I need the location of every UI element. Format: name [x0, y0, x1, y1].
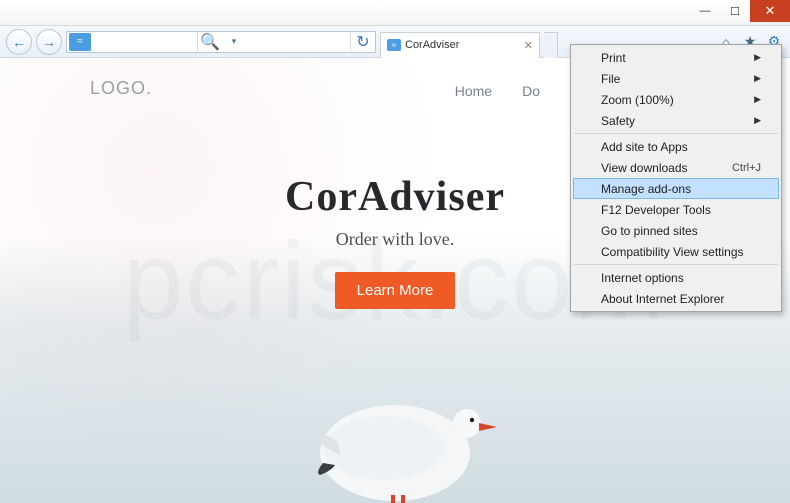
- search-dropdown-icon[interactable]: 🔍: [198, 32, 222, 52]
- tools-menu: Print▶ File▶ Zoom (100%)▶ Safety▶ Add si…: [570, 44, 782, 312]
- menu-manage-addons[interactable]: Manage add-ons: [573, 178, 779, 199]
- tab-favicon: [387, 39, 401, 51]
- menu-zoom[interactable]: Zoom (100%)▶: [573, 89, 779, 110]
- forward-button[interactable]: →: [36, 29, 62, 55]
- menu-compat-view[interactable]: Compatibility View settings: [573, 241, 779, 262]
- address-bar[interactable]: 🔍 ▾ ↻: [66, 31, 376, 53]
- new-tab-button[interactable]: [544, 32, 558, 58]
- tab-title: CorAdviser: [405, 39, 459, 51]
- tab-close-button[interactable]: ✕: [524, 39, 533, 52]
- menu-safety[interactable]: Safety▶: [573, 110, 779, 131]
- refresh-button[interactable]: ↻: [351, 32, 375, 52]
- menu-pinned-sites[interactable]: Go to pinned sites: [573, 220, 779, 241]
- close-button[interactable]: ✕: [750, 0, 790, 22]
- chevron-right-icon: ▶: [754, 115, 761, 126]
- back-button[interactable]: ←: [6, 29, 32, 55]
- shortcut-label: Ctrl+J: [732, 162, 761, 174]
- site-nav: Home Do: [455, 83, 540, 99]
- site-icon: [69, 33, 91, 51]
- chevron-right-icon: ▶: [754, 94, 761, 105]
- chevron-right-icon: ▶: [754, 52, 761, 63]
- menu-about-ie[interactable]: About Internet Explorer: [573, 288, 779, 309]
- minimize-button[interactable]: —: [690, 0, 720, 22]
- menu-view-downloads[interactable]: View downloadsCtrl+J: [573, 157, 779, 178]
- dropdown-icon[interactable]: ▾: [222, 32, 246, 52]
- site-logo: LOGO.: [90, 78, 152, 99]
- window-titlebar: — ☐ ✕: [0, 0, 790, 26]
- menu-file[interactable]: File▶: [573, 68, 779, 89]
- maximize-button[interactable]: ☐: [720, 0, 750, 22]
- chevron-right-icon: ▶: [754, 73, 761, 84]
- learn-more-button[interactable]: Learn More: [335, 272, 456, 309]
- menu-add-site-to-apps[interactable]: Add site to Apps: [573, 136, 779, 157]
- nav-download[interactable]: Do: [522, 83, 540, 99]
- menu-internet-options[interactable]: Internet options: [573, 267, 779, 288]
- bird-image: [265, 323, 525, 503]
- nav-home[interactable]: Home: [455, 83, 492, 99]
- menu-print[interactable]: Print▶: [573, 47, 779, 68]
- browser-tab[interactable]: CorAdviser ✕: [380, 32, 540, 58]
- menu-f12-tools[interactable]: F12 Developer Tools: [573, 199, 779, 220]
